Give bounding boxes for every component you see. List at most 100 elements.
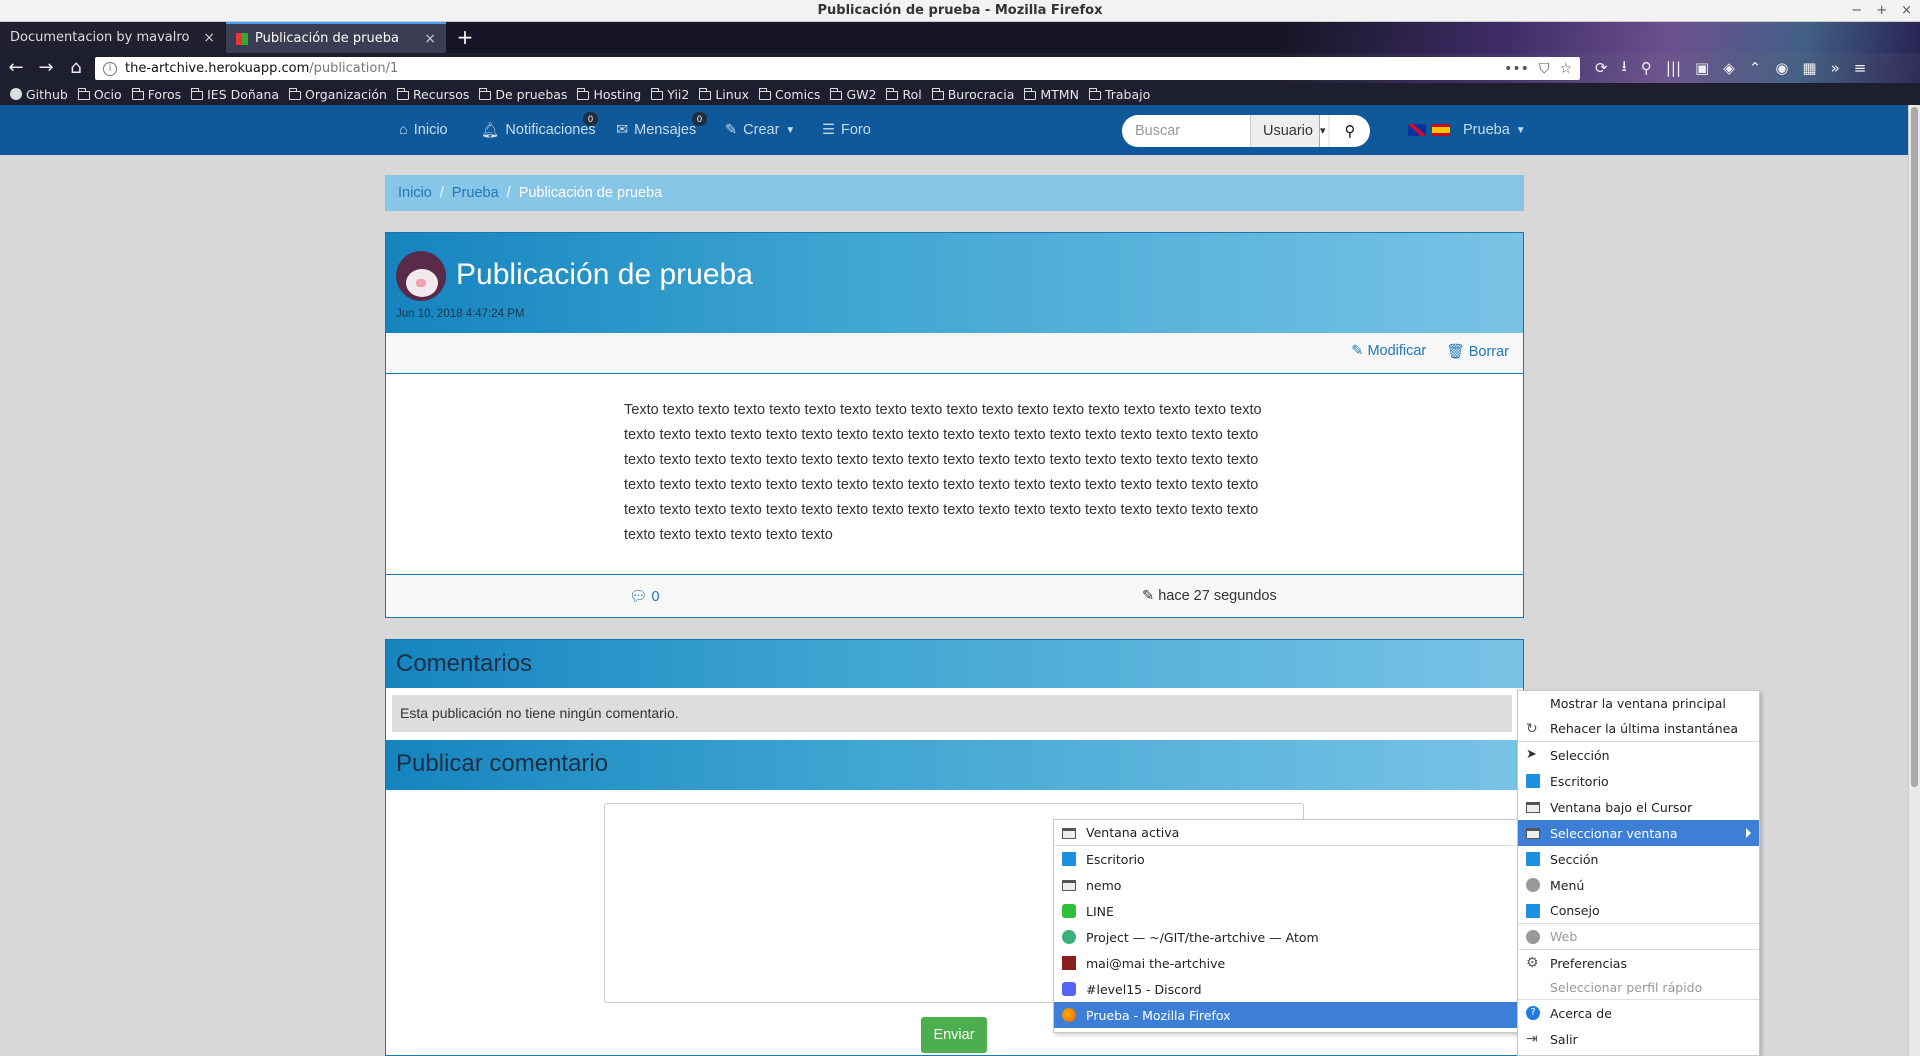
search-group: Buscar Usuario ⚲ [1122, 115, 1370, 147]
library-icon[interactable]: ||| [1666, 59, 1681, 77]
menu-item-firefox[interactable]: Prueba - Mozilla Firefox [1054, 1002, 1518, 1028]
menu-item-about[interactable]: ? Acerca de [1518, 1000, 1759, 1026]
maximize-button[interactable]: + [1876, 0, 1887, 22]
extension-icon[interactable]: ⌃ [1749, 59, 1762, 77]
nav-notifications[interactable]: 🔔︎ Notificaciones 0 [481, 105, 598, 155]
folder-icon [759, 87, 772, 100]
url-bar[interactable]: i the-artchive.herokuapp.com/publication… [95, 57, 1580, 80]
bell-icon: 🔔︎ [481, 122, 500, 139]
pocket-icon[interactable]: ⛉ [1539, 61, 1550, 77]
bookmark-folder[interactable]: Rol [886, 87, 922, 102]
hamburger-menu-icon[interactable]: ≡ [1854, 59, 1867, 77]
menu-item-desktop[interactable]: Escritorio [1518, 768, 1759, 794]
bookmark-folder[interactable]: Organización [289, 87, 387, 102]
download-icon[interactable]: ⭳ [1622, 56, 1627, 81]
nav-forum[interactable]: ☰ Foro [822, 105, 871, 155]
menu-item-redo-snapshot[interactable]: ↻ Rehacer la última instantánea [1518, 716, 1759, 742]
menu-item-label: Ventana bajo el Cursor [1550, 799, 1693, 815]
menu-item-desktop[interactable]: Escritorio [1054, 846, 1518, 872]
bookmark-star-icon[interactable]: ☆ [1559, 61, 1572, 77]
site-navbar: ⌂ Inicio 🔔︎ Notificaciones 0 ✉ Mensajes 0 ✎ Cr… [0, 105, 1908, 155]
pencil-icon: ✎ [725, 122, 738, 138]
overflow-icon[interactable]: » [1831, 59, 1840, 77]
menu-item-line[interactable]: LINE [1054, 898, 1518, 924]
new-tab-button[interactable]: + [452, 22, 478, 53]
menu-item-active-window[interactable]: Ventana activa [1054, 820, 1518, 846]
nav-home[interactable]: ⌂ Inicio [399, 105, 448, 155]
menu-item-terminal[interactable]: mai@mai the-artchive [1054, 950, 1518, 976]
menu-item-atom[interactable]: Project — ~/GIT/the-artchive — Atom [1054, 924, 1518, 950]
bookmark-label: Trabajo [1104, 86, 1151, 102]
nav-home-label: Inicio [413, 122, 448, 138]
extension-icon[interactable]: ◉ [1775, 59, 1788, 77]
search-input[interactable]: Buscar [1122, 115, 1250, 147]
no-comments-message: Esta publicación no tiene ningún comenta… [392, 695, 1512, 732]
home-button[interactable]: ⌂ [64, 56, 88, 80]
menu-item-section[interactable]: Sección [1518, 846, 1759, 872]
extension-icon[interactable]: ▦ [1802, 59, 1816, 77]
tab-publicacion[interactable]: Publicación de prueba × [226, 22, 446, 53]
nav-forum-label: Foro [841, 122, 871, 138]
bookmark-folder[interactable]: Yii2 [651, 87, 689, 102]
menu-item-label: Acerca de [1550, 1005, 1612, 1021]
section-icon [1526, 852, 1540, 866]
user-name: Prueba [1463, 122, 1510, 138]
menu-item-nemo[interactable]: nemo [1054, 872, 1518, 898]
menu-item-show-main-window[interactable]: Mostrar la ventana principal [1518, 691, 1759, 716]
edit-button[interactable]: ✎ Modificar [1351, 343, 1426, 360]
close-window-button[interactable]: × [1901, 0, 1912, 22]
bookmark-folder[interactable]: Recursos [396, 87, 469, 102]
close-tab-icon[interactable]: × [203, 30, 215, 46]
bookmark-label: Yii2 [667, 86, 690, 102]
menu-item-select-window[interactable]: Seleccionar ventana [1518, 820, 1759, 846]
bookmark-folder[interactable]: Linux [699, 87, 749, 102]
bookmark-folder[interactable]: Ocio [77, 87, 122, 102]
menu-item-menu[interactable]: Menú [1518, 872, 1759, 898]
search-tool-icon[interactable]: ⚲ [1641, 59, 1652, 77]
tab-documentacion[interactable]: Documentacion by mavalro × [0, 22, 225, 53]
ublock-icon[interactable]: ▣ [1695, 59, 1709, 77]
avatar[interactable] [396, 251, 446, 301]
bookmark-folder[interactable]: Trabajo [1088, 86, 1151, 102]
nav-create[interactable]: ✎ Crear ▼ [725, 105, 795, 155]
bookmark-folder[interactable]: Comics [759, 87, 820, 102]
menu-item-discord[interactable]: #level15 - Discord [1054, 976, 1518, 1002]
close-tab-icon[interactable]: × [424, 31, 436, 47]
language-flags[interactable] [1408, 105, 1450, 155]
menu-item-label: Consejo [1550, 903, 1600, 918]
search-type-select[interactable]: Usuario [1250, 115, 1330, 147]
bookmark-github[interactable]: Github [10, 87, 68, 102]
exit-icon: ⇥ [1526, 1031, 1538, 1047]
breadcrumb-parent[interactable]: Prueba [452, 185, 499, 201]
nav-messages[interactable]: ✉ Mensajes 0 [616, 105, 707, 155]
page-actions-icon[interactable]: ••• [1504, 61, 1529, 77]
menu-item-label: Seleccionar perfil rápido [1550, 980, 1703, 995]
scrollbar-thumb[interactable] [1911, 107, 1918, 787]
bookmark-folder[interactable]: De pruebas [479, 87, 567, 102]
breadcrumb-home[interactable]: Inicio [398, 185, 432, 201]
back-button[interactable]: ← [4, 56, 28, 80]
send-button[interactable]: Enviar [921, 1017, 987, 1053]
menu-item-selection[interactable]: ➤ Selección [1518, 742, 1759, 768]
bookmark-folder[interactable]: Hosting [577, 87, 641, 102]
menu-item-tip[interactable]: Consejo [1518, 898, 1759, 924]
comment-count-link[interactable]: 💬︎ 0 [629, 588, 660, 605]
user-menu[interactable]: Prueba ▼ [1463, 105, 1526, 155]
bookmark-folder[interactable]: Burocracia [931, 87, 1014, 102]
forward-button[interactable]: → [34, 56, 58, 80]
bookmark-folder[interactable]: Foros [131, 87, 181, 102]
info-icon[interactable]: i [103, 61, 117, 76]
minimize-button[interactable]: − [1851, 0, 1862, 22]
post-actions: ✎ Modificar 🗑︎ Borrar [1351, 343, 1509, 360]
bookmark-folder[interactable]: GW2 [830, 87, 876, 102]
scrollbar[interactable] [1908, 105, 1920, 1056]
menu-item-quit[interactable]: ⇥ Salir [1518, 1026, 1759, 1052]
menu-item-preferences[interactable]: ⚙ Preferencias [1518, 950, 1759, 976]
delete-button[interactable]: 🗑︎ Borrar [1446, 343, 1509, 360]
extension-icon[interactable]: ◈ [1723, 59, 1735, 77]
bookmark-folder[interactable]: IES Doñana [191, 87, 279, 102]
reload-icon[interactable]: ⟳ [1595, 59, 1608, 77]
bookmark-folder[interactable]: MTMN [1024, 87, 1079, 102]
search-button[interactable]: ⚲ [1330, 115, 1370, 147]
menu-item-window-under-cursor[interactable]: Ventana bajo el Cursor [1518, 794, 1759, 820]
